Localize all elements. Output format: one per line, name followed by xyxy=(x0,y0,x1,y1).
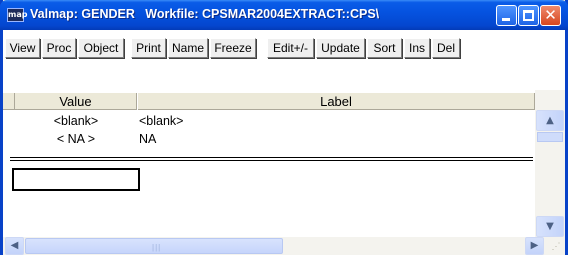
freeze-button[interactable]: Freeze xyxy=(210,38,256,58)
minimize-button[interactable] xyxy=(496,5,517,26)
table-row[interactable]: <blank> <blank> xyxy=(3,113,535,129)
sort-button[interactable]: Sort xyxy=(367,38,402,58)
window-title: Valmap: GENDER Workfile: CPSMAR2004EXTRA… xyxy=(30,7,380,21)
horizontal-scrollbar[interactable]: ◀ ||| ▶ ⋰ xyxy=(3,237,565,255)
end-separator-line xyxy=(10,160,533,161)
valmap-window: map Valmap: GENDER Workfile: CPSMAR2004E… xyxy=(0,0,568,255)
scroll-right-icon[interactable]: ▶ xyxy=(525,237,544,255)
horizontal-scroll-thumb[interactable]: ||| xyxy=(25,238,283,254)
grip-icon: ||| xyxy=(152,243,162,252)
value-cell[interactable]: <blank> xyxy=(15,113,137,129)
grid-corner xyxy=(3,93,15,110)
end-separator-line xyxy=(10,157,533,158)
close-icon: ✕ xyxy=(544,6,557,24)
print-button[interactable]: Print xyxy=(131,38,166,58)
edit-strip xyxy=(3,62,565,90)
scroll-down-icon[interactable]: ▼ xyxy=(536,216,564,237)
minimize-icon xyxy=(502,18,510,21)
ins-button[interactable]: Ins xyxy=(404,38,430,58)
close-button[interactable]: ✕ xyxy=(540,5,561,26)
label-cell[interactable]: <blank> xyxy=(139,113,183,129)
del-button[interactable]: Del xyxy=(432,38,460,58)
vertical-scroll-thumb[interactable] xyxy=(537,132,563,142)
title-bar[interactable]: map Valmap: GENDER Workfile: CPSMAR2004E… xyxy=(0,0,568,30)
view-button[interactable]: View xyxy=(5,38,40,58)
scroll-left-icon[interactable]: ◀ xyxy=(5,237,24,255)
label-cell[interactable]: NA xyxy=(139,131,156,147)
toolbar: View Proc Object Print Name Freeze Edit+… xyxy=(3,30,565,62)
valmap-grid: Value Label <blank> <blank> < NA > NA ▲ … xyxy=(3,90,565,237)
update-button[interactable]: Update xyxy=(316,38,365,58)
table-row[interactable]: < NA > NA xyxy=(3,131,535,147)
new-entry-cell[interactable] xyxy=(12,168,140,191)
proc-button[interactable]: Proc xyxy=(42,38,76,58)
maximize-button[interactable] xyxy=(518,5,539,26)
object-button[interactable]: Object xyxy=(78,38,124,58)
edit-toggle-button[interactable]: Edit+/- xyxy=(267,38,314,58)
maximize-icon xyxy=(523,10,534,21)
column-header-value[interactable]: Value xyxy=(15,93,137,110)
resize-grip-icon[interactable]: ⋰ xyxy=(547,237,565,255)
scroll-up-icon[interactable]: ▲ xyxy=(536,110,564,131)
vertical-scrollbar[interactable]: ▲ ▼ xyxy=(535,90,565,237)
value-cell[interactable]: < NA > xyxy=(15,131,137,147)
map-icon: map xyxy=(7,8,27,22)
name-button[interactable]: Name xyxy=(168,38,208,58)
column-header-label[interactable]: Label xyxy=(138,93,535,110)
